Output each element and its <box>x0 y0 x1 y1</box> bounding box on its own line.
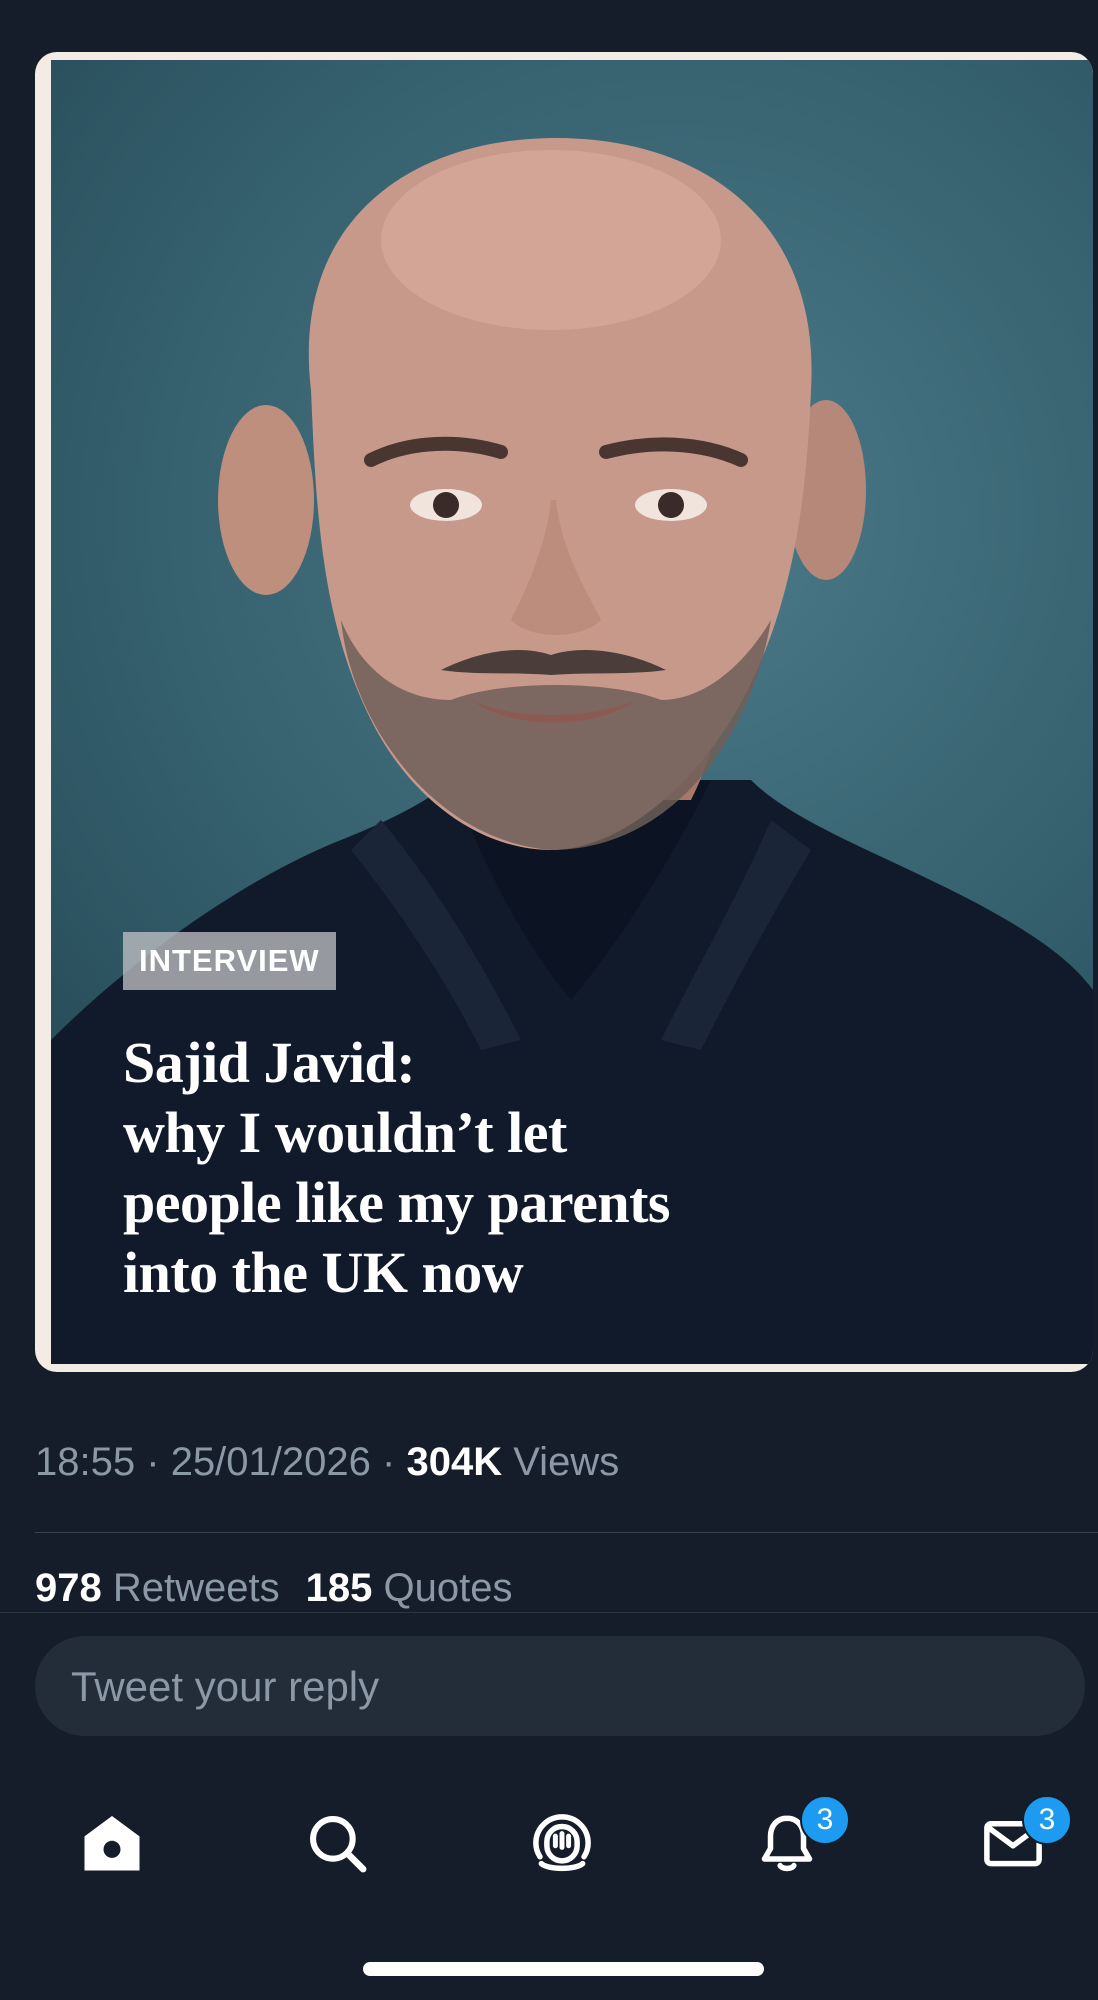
tweet-media-card[interactable]: INTERVIEW Sajid Javid: why I wouldn’t le… <box>35 52 1093 1372</box>
spaces-icon <box>533 1814 591 1872</box>
article-headline: Sajid Javid: why I wouldn’t let people l… <box>123 1028 823 1308</box>
article-photo[interactable]: INTERVIEW Sajid Javid: why I wouldn’t le… <box>51 60 1093 1364</box>
retweets-label: Retweets <box>112 1566 280 1610</box>
reply-box[interactable] <box>35 1636 1085 1738</box>
tab-notifications[interactable]: 3 <box>722 1773 852 1913</box>
retweets-count: 978 <box>35 1566 102 1610</box>
tab-search[interactable] <box>272 1773 402 1913</box>
tweet-stats: 978 Retweets 185 Quotes <box>35 1566 512 1611</box>
headline-line: why I wouldn’t let <box>123 1100 567 1165</box>
divider <box>35 1532 1098 1533</box>
search-icon <box>310 1816 367 1873</box>
headline-line: into the UK now <box>123 1240 524 1305</box>
tab-messages[interactable]: 3 <box>948 1773 1078 1913</box>
quotes-count: 185 <box>305 1566 373 1610</box>
tab-home[interactable] <box>47 1773 177 1913</box>
interview-tag: INTERVIEW <box>123 932 336 990</box>
home-indicator <box>363 1962 764 1976</box>
notifications-badge: 3 <box>800 1795 850 1845</box>
views-count[interactable]: 304K <box>406 1440 502 1484</box>
tweet-meta: 18:55 · 25/01/2026 · 304K Views <box>35 1440 619 1485</box>
meta-separator: · <box>146 1440 160 1484</box>
tweet-date: 25/01/2026 <box>170 1440 371 1484</box>
headline-line: people like my parents <box>123 1170 671 1235</box>
home-icon <box>84 1816 140 1871</box>
messages-badge: 3 <box>1022 1795 1072 1845</box>
tweet-time: 18:55 <box>35 1440 136 1484</box>
tab-spaces[interactable] <box>497 1773 627 1913</box>
bottom-bar: 3 3 <box>0 1612 1098 2000</box>
tweet-detail-screen: INTERVIEW Sajid Javid: why I wouldn’t le… <box>0 0 1098 2000</box>
meta-separator: · <box>382 1440 396 1484</box>
headline-line: Sajid Javid: <box>123 1030 416 1095</box>
quotes-stat[interactable]: 185 Quotes <box>306 1566 513 1610</box>
retweets-stat[interactable]: 978 Retweets <box>35 1566 280 1610</box>
views-label[interactable]: Views <box>513 1440 619 1484</box>
reply-input[interactable] <box>69 1636 1053 1738</box>
tab-bar: 3 3 <box>0 1773 1098 1913</box>
quotes-label: Quotes <box>383 1566 513 1610</box>
